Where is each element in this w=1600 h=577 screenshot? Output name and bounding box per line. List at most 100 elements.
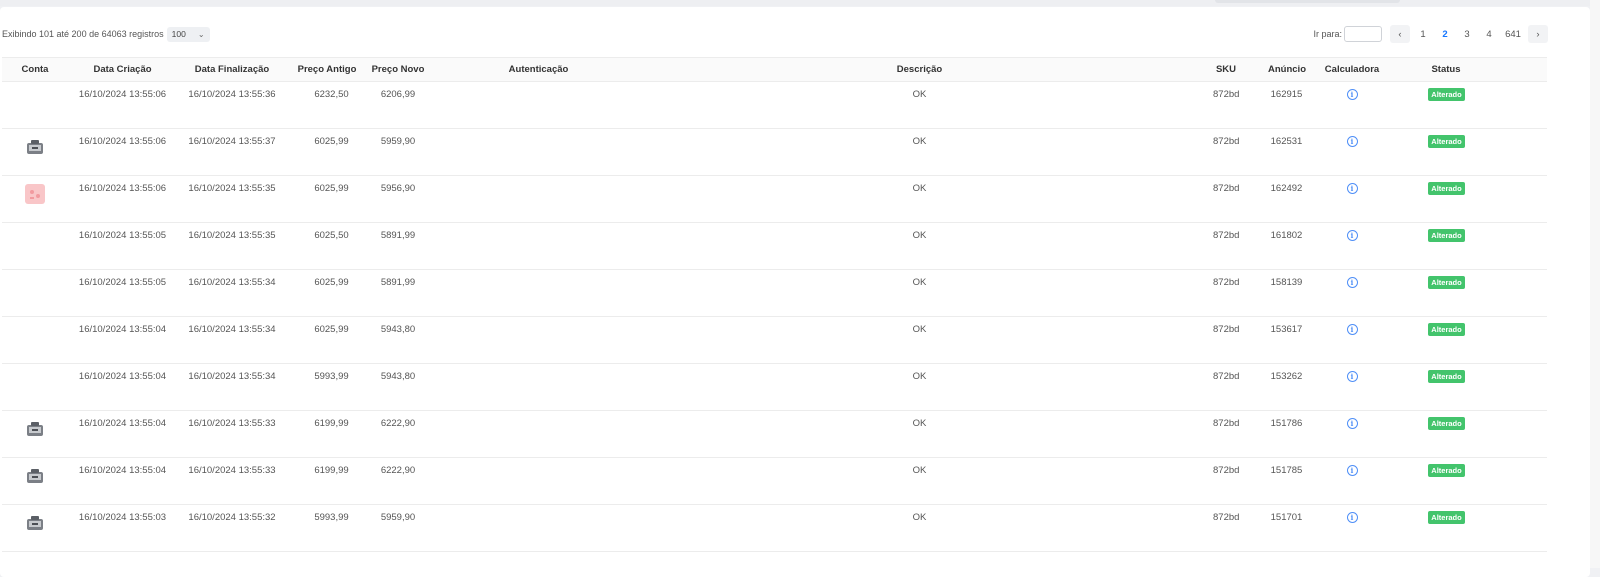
cell-calculadora: i <box>1319 81 1385 129</box>
cell-autenticacao <box>429 175 648 223</box>
col-header-conta[interactable]: Conta <box>2 57 68 82</box>
cell-autenticacao <box>429 316 648 364</box>
table-row: 16/10/2024 13:55:04 16/10/2024 13:55:33 61… <box>2 410 1547 458</box>
table-row: 16/10/2024 13:55:03 16/10/2024 13:55:32 59… <box>2 504 1547 552</box>
price-changes-table: Conta Data Criação Data Finalização Preç… <box>2 57 1547 552</box>
goto-label: Ir para: <box>1313 29 1342 39</box>
cell-status: Alterado <box>1385 316 1547 364</box>
cell-conta <box>2 81 68 129</box>
cell-autenticacao <box>429 504 648 552</box>
status-badge: Alterado <box>1428 464 1465 477</box>
cell-sku: 872bd <box>1191 81 1239 129</box>
cell-preco-antigo: 6025,50 <box>287 222 367 270</box>
cell-autenticacao <box>429 457 648 505</box>
cell-conta <box>2 410 68 458</box>
account-thumbnail <box>25 513 45 533</box>
pagination: Ir para: ‹ 1 2 3 4 641 › <box>1313 24 1548 44</box>
cell-preco-novo: 5943,80 <box>367 363 429 411</box>
cell-anuncio: 153262 <box>1239 363 1319 411</box>
cell-anuncio: 151785 <box>1239 457 1319 505</box>
cell-data-criacao: 16/10/2024 13:55:04 <box>68 457 177 505</box>
goto-page-input[interactable] <box>1344 26 1382 42</box>
col-header-data-finalizacao[interactable]: Data Finalização <box>177 57 287 82</box>
chevron-right-icon: › <box>1536 28 1540 40</box>
status-badge: Alterado <box>1428 370 1465 383</box>
info-icon[interactable]: i <box>1346 183 1358 194</box>
col-header-preco-antigo[interactable]: Preço Antigo <box>287 57 367 82</box>
cell-calculadora: i <box>1319 504 1385 552</box>
page-4-button[interactable]: 4 <box>1480 25 1498 43</box>
col-header-anuncio[interactable]: Anúncio <box>1239 57 1319 82</box>
cell-descricao: OK <box>648 316 1191 364</box>
page-scrollbar[interactable] <box>1590 0 1600 568</box>
cell-data-criacao: 16/10/2024 13:55:03 <box>68 504 177 552</box>
cell-sku: 872bd <box>1191 457 1239 505</box>
account-thumbnail <box>25 419 45 439</box>
status-badge: Alterado <box>1428 229 1465 242</box>
info-icon[interactable]: i <box>1346 465 1358 476</box>
status-badge: Alterado <box>1428 276 1465 289</box>
cell-data-finalizacao: 16/10/2024 13:55:34 <box>177 363 287 411</box>
cell-status: Alterado <box>1385 128 1547 176</box>
status-badge: Alterado <box>1428 88 1465 101</box>
records-text: Exibindo 101 até 200 de 64063 registros <box>2 29 164 39</box>
chevron-down-icon: ⌄ <box>197 29 205 39</box>
col-header-descricao[interactable]: Descrição <box>648 57 1191 82</box>
col-header-data-criacao[interactable]: Data Criação <box>68 57 177 82</box>
page-size-select[interactable]: 100 ⌄ <box>166 26 210 42</box>
col-header-calculadora[interactable]: Calculadora <box>1319 57 1385 82</box>
cell-preco-antigo: 6025,99 <box>287 128 367 176</box>
account-thumbnail <box>25 137 45 157</box>
cell-status: Alterado <box>1385 269 1547 317</box>
page-size-value: 100 <box>171 29 186 39</box>
cell-autenticacao <box>429 128 648 176</box>
cell-sku: 872bd <box>1191 269 1239 317</box>
cell-data-finalizacao: 16/10/2024 13:55:32 <box>177 504 287 552</box>
info-icon[interactable]: i <box>1346 277 1358 288</box>
page-2-button[interactable]: 2 <box>1436 25 1454 43</box>
cell-preco-novo: 6222,90 <box>367 457 429 505</box>
info-icon[interactable]: i <box>1346 230 1358 241</box>
prev-page-button[interactable]: ‹ <box>1390 25 1410 43</box>
cell-descricao: OK <box>648 222 1191 270</box>
page-641-button[interactable]: 641 <box>1502 25 1524 43</box>
next-page-button[interactable]: › <box>1528 25 1548 43</box>
cell-autenticacao <box>429 410 648 458</box>
cell-descricao: OK <box>648 363 1191 411</box>
table-header-row: Conta Data Criação Data Finalização Preç… <box>2 57 1547 82</box>
table-row: 16/10/2024 13:55:06 16/10/2024 13:55:37 60… <box>2 128 1547 176</box>
table-row: 16/10/2024 13:55:04 16/10/2024 13:55:34 59… <box>2 363 1547 411</box>
table-row: 16/10/2024 13:55:06 16/10/2024 13:55:36 62… <box>2 81 1547 129</box>
cell-preco-antigo: 6199,99 <box>287 457 367 505</box>
col-header-preco-novo[interactable]: Preço Novo <box>367 57 429 82</box>
cell-anuncio: 151786 <box>1239 410 1319 458</box>
cell-autenticacao <box>429 269 648 317</box>
cell-preco-novo: 6206,99 <box>367 81 429 129</box>
cell-data-finalizacao: 16/10/2024 13:55:34 <box>177 316 287 364</box>
cell-conta <box>2 457 68 505</box>
info-icon[interactable]: i <box>1346 136 1358 147</box>
cell-calculadora: i <box>1319 363 1385 411</box>
cell-status: Alterado <box>1385 175 1547 223</box>
cell-conta <box>2 363 68 411</box>
cell-sku: 872bd <box>1191 410 1239 458</box>
info-icon[interactable]: i <box>1346 371 1358 382</box>
cell-calculadora: i <box>1319 410 1385 458</box>
cell-preco-antigo: 6199,99 <box>287 410 367 458</box>
col-header-autenticacao[interactable]: Autenticação <box>429 57 648 82</box>
cell-autenticacao <box>429 363 648 411</box>
table-row: 16/10/2024 13:55:04 16/10/2024 13:55:33 61… <box>2 457 1547 505</box>
info-icon[interactable]: i <box>1346 512 1358 523</box>
page-3-button[interactable]: 3 <box>1458 25 1476 43</box>
table-row: 16/10/2024 13:55:05 16/10/2024 13:55:34 60… <box>2 269 1547 317</box>
info-icon[interactable]: i <box>1346 324 1358 335</box>
cell-calculadora: i <box>1319 269 1385 317</box>
info-icon[interactable]: i <box>1346 89 1358 100</box>
cell-status: Alterado <box>1385 222 1547 270</box>
page-1-button[interactable]: 1 <box>1414 25 1432 43</box>
cell-conta <box>2 128 68 176</box>
info-icon[interactable]: i <box>1346 418 1358 429</box>
col-header-status[interactable]: Status <box>1385 57 1547 82</box>
cell-preco-antigo: 5993,99 <box>287 363 367 411</box>
col-header-sku[interactable]: SKU <box>1191 57 1239 82</box>
